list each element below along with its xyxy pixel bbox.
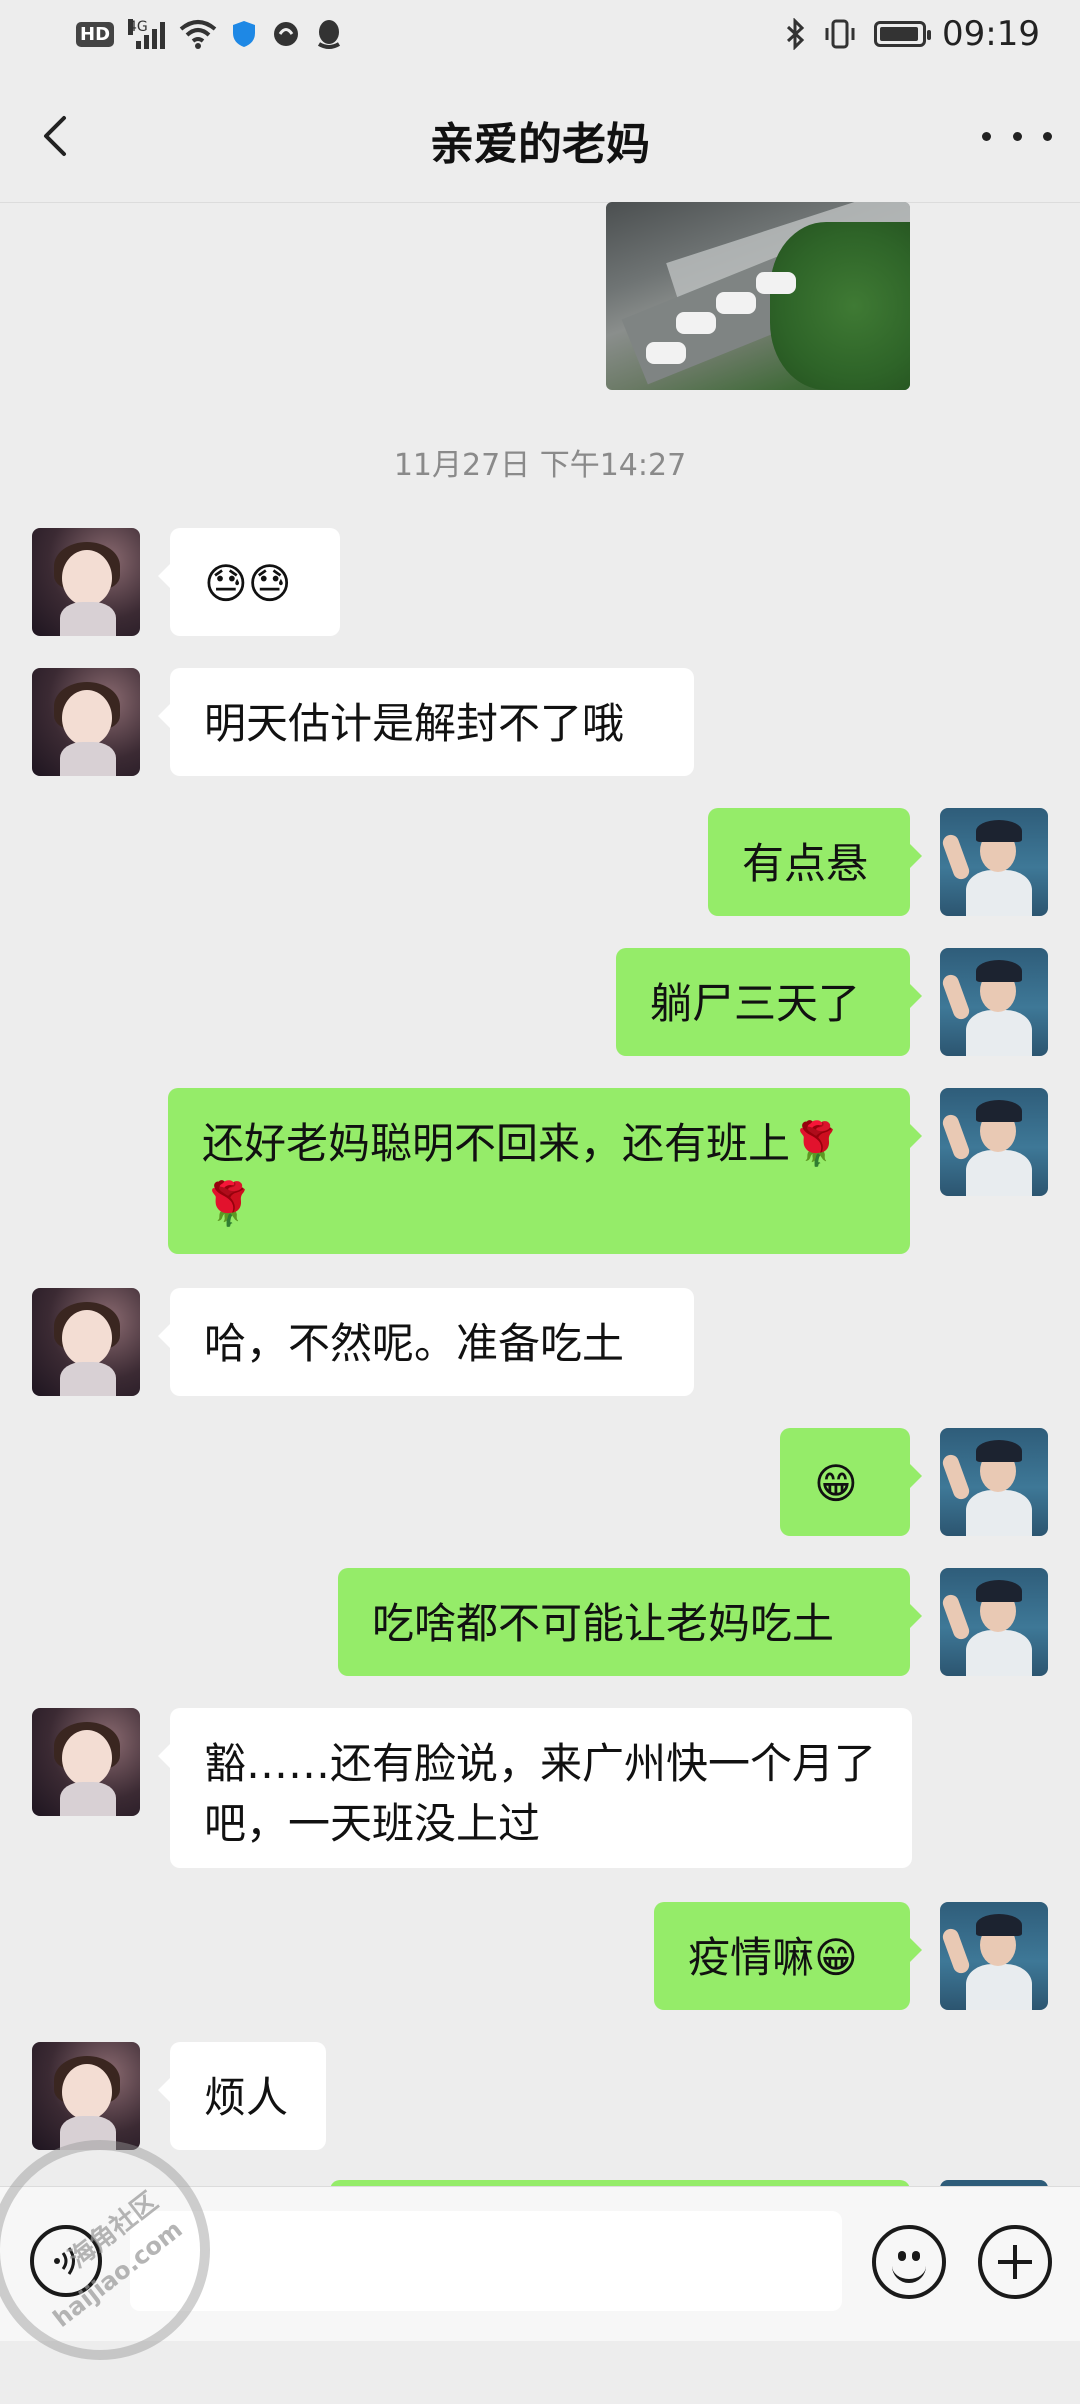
- message-row: 还好老妈聪明不回来，还有班上🌹🌹: [0, 1088, 1080, 1258]
- message-bubble[interactable]: 疫情嘛😁: [654, 1902, 922, 2010]
- message-row: 有点悬: [0, 808, 1080, 918]
- message-row: 豁……还有脸说，来广州快一个月了吧，一天班没上过: [0, 1708, 1080, 1878]
- mom-avatar[interactable]: [32, 1708, 140, 1816]
- mom-avatar[interactable]: [32, 668, 140, 776]
- emoji-icon[interactable]: [872, 2225, 946, 2299]
- mom-avatar[interactable]: [32, 2042, 140, 2150]
- message-row: 😁: [0, 1428, 1080, 1538]
- message-bubble[interactable]: 吃啥都不可能让老妈吃土: [338, 1568, 922, 1676]
- my-avatar[interactable]: [940, 1568, 1048, 1676]
- clock: 09:19: [942, 14, 1040, 54]
- message-row: 哈，不然呢。准备吃土: [0, 1288, 1080, 1398]
- plus-icon[interactable]: [978, 2225, 1052, 2299]
- mom-avatar[interactable]: [32, 1288, 140, 1396]
- chat-title: 亲爱的老妈: [430, 119, 650, 170]
- bluetooth-icon: [786, 18, 805, 50]
- my-avatar[interactable]: [940, 1902, 1048, 2010]
- network-type-label: 4G: [128, 19, 148, 35]
- message-bubble[interactable]: 😁: [780, 1428, 922, 1536]
- message-row: 躺尸三天了: [0, 948, 1080, 1058]
- wifi-icon: [179, 20, 217, 49]
- message-row: 明天估计是解封不了哦: [0, 668, 1080, 778]
- qq-icon: [317, 20, 341, 49]
- message-row: 😓😓: [0, 528, 1080, 638]
- my-avatar[interactable]: [940, 808, 1048, 916]
- shared-photo[interactable]: [606, 202, 910, 390]
- my-avatar[interactable]: [940, 948, 1048, 1056]
- cellular-signal-icon: 4G: [128, 19, 166, 49]
- app-notification-icon: [274, 22, 299, 46]
- message-bubble[interactable]: 明天估计是解封不了哦: [158, 668, 694, 776]
- message-bubble[interactable]: 躺尸三天了: [616, 948, 922, 1056]
- my-avatar[interactable]: [940, 1428, 1048, 1536]
- status-bar-right: 09:19: [784, 14, 1040, 54]
- message-row: 吃啥都不可能让老妈吃土: [0, 1568, 1080, 1678]
- status-bar: HD 4G 09:19: [0, 0, 1080, 70]
- message-bubble[interactable]: 😓😓: [158, 528, 340, 636]
- shield-icon: [233, 21, 256, 47]
- mom-avatar[interactable]: [32, 528, 140, 636]
- message-bubble[interactable]: 有点悬: [708, 808, 922, 916]
- chat-message-list[interactable]: 11月27日 下午14:27 😓😓 明天估计是解封不了哦 有点悬 躺尸三天了 还…: [0, 202, 1080, 2186]
- message-bubble[interactable]: 还好老妈聪明不回来，还有班上🌹🌹: [168, 1088, 922, 1254]
- message-row: 烦人: [0, 2042, 1080, 2152]
- message-row: 疫情嘛😁: [0, 1902, 1080, 2012]
- battery-icon: [874, 21, 932, 47]
- message-bubble[interactable]: 豁……还有脸说，来广州快一个月了吧，一天班没上过: [158, 1708, 912, 1868]
- more-options-icon[interactable]: [982, 110, 1052, 162]
- status-bar-left: HD 4G: [76, 14, 343, 54]
- chat-timestamp: 11月27日 下午14:27: [393, 448, 687, 483]
- hd-badge: HD: [76, 21, 115, 47]
- message-bubble[interactable]: 烦人: [158, 2042, 326, 2150]
- message-bubble[interactable]: 哈，不然呢。准备吃土: [158, 1288, 694, 1396]
- chat-header: 亲爱的老妈: [0, 70, 1080, 203]
- my-avatar[interactable]: [940, 1088, 1048, 1196]
- vibrate-icon: [825, 19, 855, 49]
- message-input[interactable]: [130, 2211, 842, 2311]
